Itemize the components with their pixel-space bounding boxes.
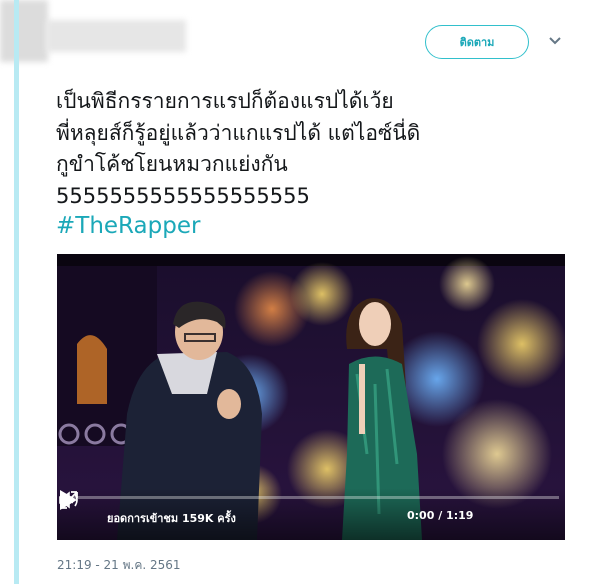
hashtag-link[interactable]: #TheRapper [56, 213, 200, 239]
video-player[interactable]: ยอดการเข้าชม 159K ครั้ง 0:00 / 1:19 [57, 254, 565, 540]
video-time: 0:00 / 1:19 [407, 509, 474, 522]
video-controls: ยอดการเข้าชม 159K ครั้ง 0:00 / 1:19 [57, 488, 565, 540]
blurred-author-name [46, 20, 186, 52]
blurred-avatar [0, 0, 48, 62]
view-count: ยอดการเข้าชม 159K ครั้ง [107, 512, 236, 525]
tweet-text: เป็นพิธีกรรายการแรปก็ต้องแรปได้เว้ย พี่ห… [56, 89, 421, 208]
tweet-timestamp[interactable]: 21:19 - 21 พ.ค. 2561 [57, 556, 181, 575]
fullscreen-icon[interactable] [57, 488, 81, 512]
video-progress-bar[interactable] [63, 496, 559, 499]
follow-button[interactable]: ติดตาม [425, 25, 529, 59]
chevron-down-icon[interactable] [548, 36, 562, 46]
thread-line [14, 0, 19, 584]
